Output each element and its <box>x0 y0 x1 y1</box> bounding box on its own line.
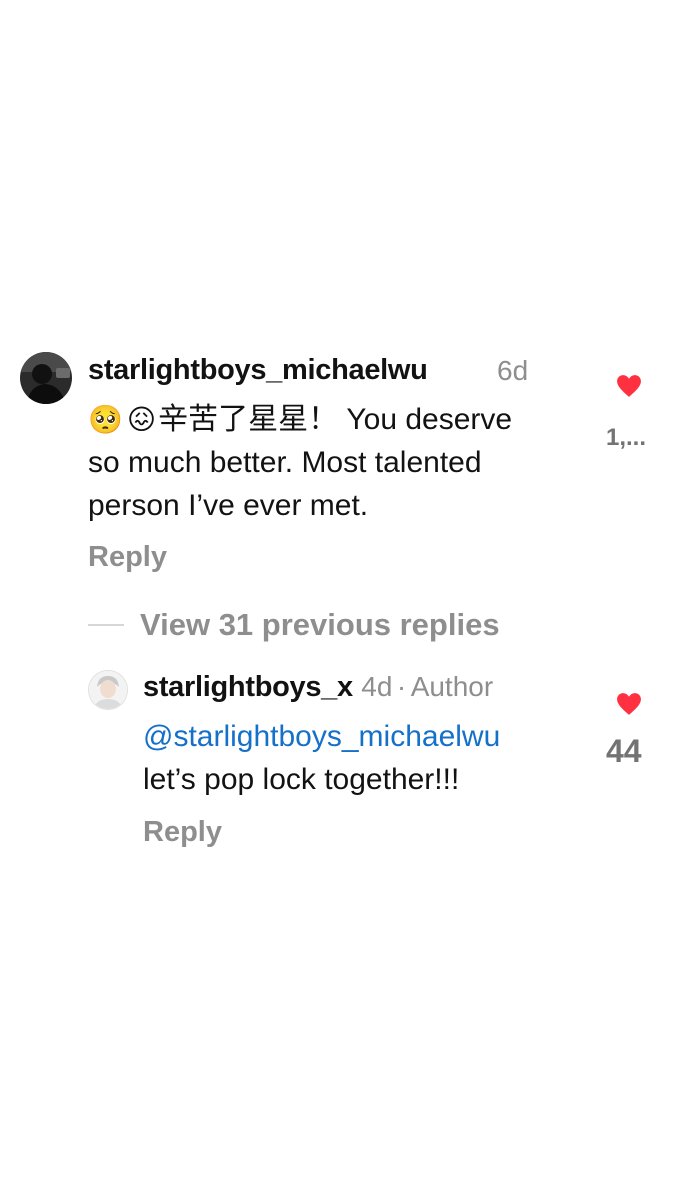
reply-text-line: let’s pop lock together!!! <box>143 763 460 796</box>
reply-reply-button[interactable]: Reply <box>143 816 222 849</box>
author-badge: Author <box>410 671 494 702</box>
reply-avatar-image <box>89 671 127 709</box>
avatar[interactable] <box>20 352 72 404</box>
confounded-face-emoji: 😖 <box>126 404 157 435</box>
divider <box>88 624 124 626</box>
pleading-face-emoji: 🥺 <box>88 404 123 435</box>
comment-text-line3: person I’ve ever met. <box>88 489 369 522</box>
comment-text-line2: so much better. Most talented <box>88 446 482 479</box>
reply-like-count: 44 <box>606 733 642 769</box>
heart-icon-shape <box>617 375 641 397</box>
reply-username[interactable]: starlightboys_x <box>143 671 353 703</box>
reply-avatar[interactable] <box>88 670 128 710</box>
separator-dot: · <box>396 671 407 702</box>
heart-icon[interactable] <box>616 374 642 398</box>
reply-header: starlightboys_x 4d · Author <box>143 671 493 704</box>
reply-button[interactable]: Reply <box>88 541 167 574</box>
view-previous-replies-button[interactable]: View 31 previous replies <box>140 607 500 643</box>
reply-heart-icon[interactable] <box>616 692 642 716</box>
reply-timestamp: 4d <box>361 671 393 702</box>
comment-timestamp: 6d <box>497 355 529 386</box>
comment-username[interactable]: starlightboys_michaelwu <box>88 354 428 387</box>
mention-link[interactable]: @starlightboys_michaelwu <box>143 715 603 758</box>
comment-like-count: 1,... <box>606 424 647 451</box>
comment-text: 🥺 😖辛苦了星星！ You deserve so much better. Mos… <box>88 398 598 527</box>
comment-text-line1: 辛苦了星星！ You deserve <box>158 403 513 436</box>
reply-text: @starlightboys_michaelwu let’s pop lock … <box>143 715 603 801</box>
reply-heart-icon-shape <box>617 693 641 715</box>
avatar-image <box>20 352 72 404</box>
